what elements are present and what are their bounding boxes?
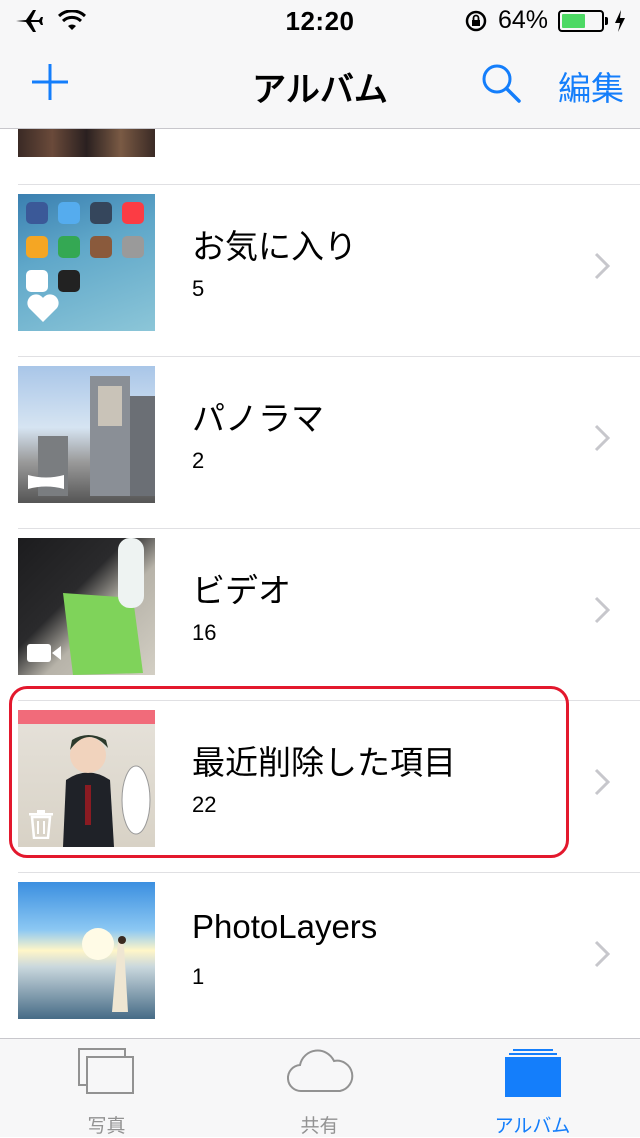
chevron-right-icon bbox=[594, 768, 610, 796]
status-right: 64% bbox=[464, 6, 626, 35]
rotation-lock-icon bbox=[465, 10, 487, 31]
battery-icon bbox=[558, 9, 608, 32]
album-name: パノラマ bbox=[192, 400, 324, 437]
album-row-favorites[interactable]: お気に入り 5 bbox=[0, 184, 640, 356]
panorama-icon bbox=[28, 475, 64, 489]
tab-label: 写真 bbox=[87, 1116, 126, 1137]
album-count: 2 bbox=[192, 448, 205, 473]
album-count: 16 bbox=[192, 620, 217, 645]
tab-albums[interactable]: アルバム bbox=[426, 1039, 639, 1137]
album-row-videos[interactable]: ビデオ 16 bbox=[0, 528, 640, 700]
chevron-right-icon bbox=[594, 424, 610, 452]
tab-photos[interactable]: 写真 bbox=[0, 1039, 213, 1137]
album-count: 22 bbox=[192, 792, 217, 817]
navigation-bar: アルバム 編集 bbox=[0, 40, 640, 129]
edit-button[interactable]: 編集 bbox=[558, 62, 624, 110]
album-name: ビデオ bbox=[192, 572, 291, 609]
album-count: 1 bbox=[192, 964, 205, 989]
album-row-photolayers[interactable]: PhotoLayers 1 bbox=[0, 872, 640, 1037]
trash-icon bbox=[29, 810, 53, 839]
album-thumbnail bbox=[18, 366, 155, 503]
status-bar: 12:20 64% bbox=[0, 0, 640, 40]
tab-label: アルバム bbox=[494, 1116, 571, 1137]
album-thumbnail-partial bbox=[18, 129, 155, 157]
cloud-icon bbox=[286, 1049, 353, 1093]
album-name: お気に入り bbox=[192, 228, 357, 265]
album-count: 5 bbox=[192, 276, 205, 301]
album-name: 最近削除した項目 bbox=[192, 744, 456, 781]
search-icon[interactable] bbox=[480, 62, 522, 104]
chevron-right-icon bbox=[594, 596, 610, 624]
album-thumbnail bbox=[18, 710, 155, 847]
battery-fill bbox=[562, 13, 585, 28]
album-row-recently-deleted[interactable]: 最近削除した項目 22 bbox=[0, 700, 640, 872]
battery-percent: 64% bbox=[497, 6, 548, 34]
album-thumbnail bbox=[18, 538, 155, 675]
album-thumbnail bbox=[18, 882, 155, 1019]
album-thumbnail bbox=[18, 194, 155, 331]
video-camera-icon bbox=[27, 644, 61, 662]
tab-bar: 写真 共有 アルバム bbox=[0, 1038, 640, 1137]
photolayers-thumbnail-art bbox=[82, 928, 128, 1012]
album-name: PhotoLayers bbox=[192, 908, 378, 945]
chevron-right-icon bbox=[594, 252, 610, 280]
albums-tab-icon bbox=[504, 1049, 561, 1097]
tab-label: 共有 bbox=[300, 1116, 339, 1137]
album-row-panorama[interactable]: パノラマ 2 bbox=[0, 356, 640, 528]
chevron-right-icon bbox=[594, 940, 610, 968]
charging-bolt-icon bbox=[615, 9, 625, 32]
tab-shared[interactable]: 共有 bbox=[213, 1039, 426, 1137]
album-list[interactable]: お気に入り 5 パノラマ 2 ビデオ 16 最近削除した項目 22 PhotoL… bbox=[0, 129, 640, 1037]
page-title: アルバム bbox=[252, 71, 388, 109]
photos-tab-icon bbox=[77, 1048, 134, 1094]
heart-icon bbox=[27, 294, 59, 322]
